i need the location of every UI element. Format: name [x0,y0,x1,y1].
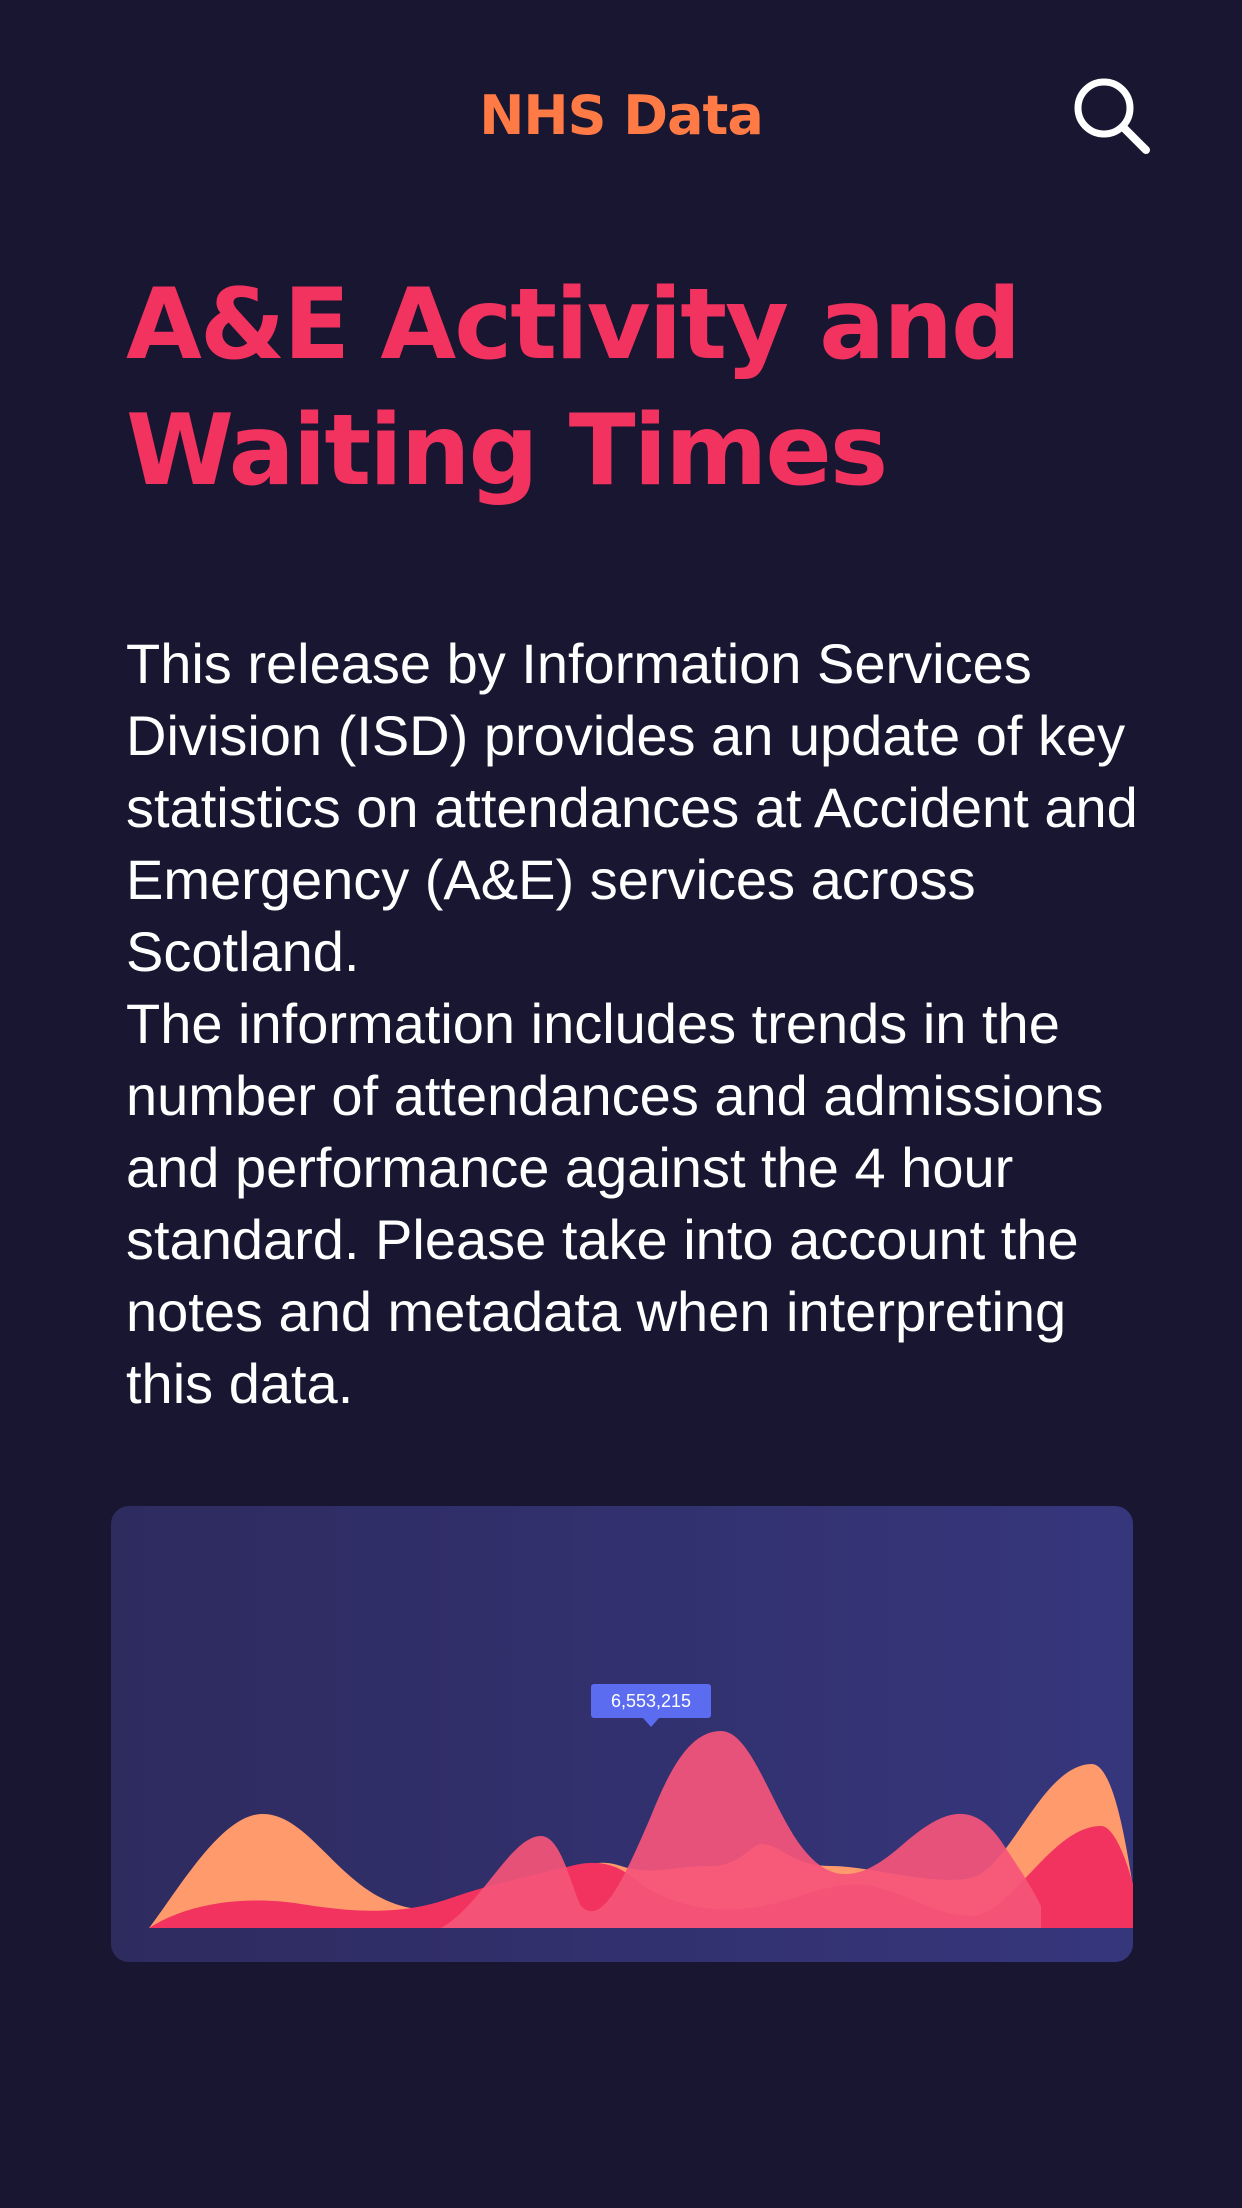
search-icon [1074,78,1150,154]
area-chart: 6,553,215 [149,1684,1133,1928]
app-title: NHS Data [479,84,764,147]
intro-text: This release by Information Services Div… [126,628,1166,1420]
intro-paragraph: This release by Information Services Div… [126,632,1138,983]
tooltip-label: 6,553,215 [611,1691,691,1711]
chart-series-pink [441,1731,1041,1928]
chart-tooltip: 6,553,215 [591,1684,711,1727]
intro-paragraph: The information includes trends in the n… [126,992,1104,1415]
app-header: NHS Data [0,0,1242,230]
chart-card: 6,553,215 [111,1506,1133,1962]
search-button[interactable] [1062,66,1158,162]
page-title: A&E Activity and Waiting Times [126,268,1021,508]
